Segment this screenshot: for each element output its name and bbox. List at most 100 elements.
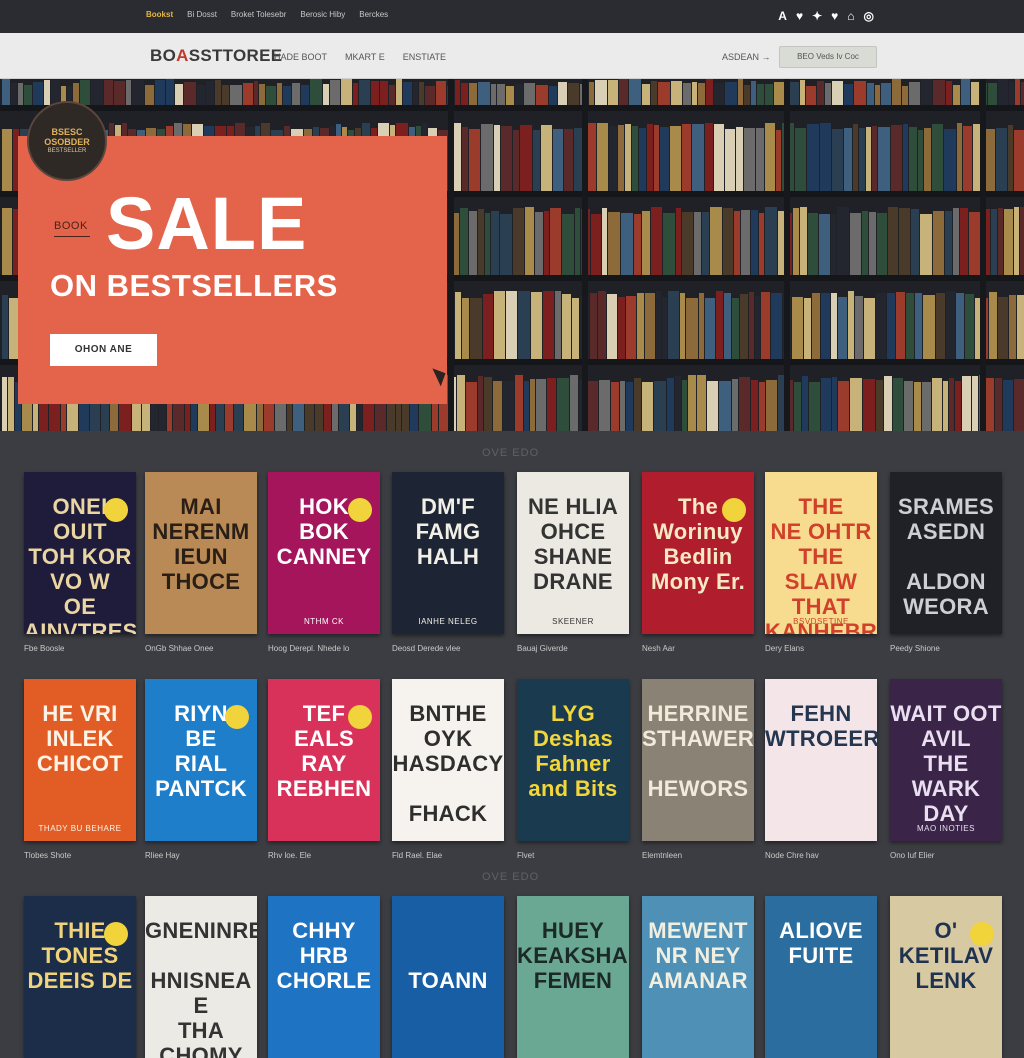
- book-cover[interactable]: The Worinuy Bedlin Mony Er.: [642, 472, 754, 634]
- book-author: IANHE NELEG: [418, 617, 478, 626]
- instagram-icon[interactable]: ⌂: [847, 9, 854, 23]
- book-cover[interactable]: ALIOVE FUITE: [765, 896, 877, 1058]
- signin-link[interactable]: ASDEAN →: [722, 52, 771, 62]
- book-caption[interactable]: Fld Rael. Elae: [392, 851, 442, 860]
- book-caption[interactable]: Elemtnleen: [642, 851, 682, 860]
- book-cover[interactable]: THE NE OHTR THE SLAIW THAT KANHEBR BSVDSE…: [765, 472, 877, 634]
- book-caption[interactable]: OnGb Shhae Onee: [145, 644, 214, 653]
- logo-suffix: SSTTOREE: [188, 46, 283, 65]
- award-sticker-icon: [225, 705, 249, 729]
- book-cover[interactable]: O' KETILAV LENK: [890, 896, 1002, 1058]
- book-caption[interactable]: Bauaj Giverde: [517, 644, 568, 653]
- facebook-icon[interactable]: A: [778, 9, 787, 23]
- store-logo[interactable]: BOASSTTOREE: [150, 46, 282, 66]
- logo-highlight: A: [176, 46, 189, 65]
- badge-line-2: OSOBDER: [44, 136, 90, 147]
- utility-links: Bookst Bi Dosst Broket Tolesebr Berosic Hib…: [146, 10, 388, 19]
- book-title: MAI NERENM IEUN THOCE: [152, 494, 250, 594]
- book-cover[interactable]: MAI NERENM IEUN THOCE: [145, 472, 257, 634]
- book-caption[interactable]: Tlobes Shote: [24, 851, 71, 860]
- book-cover[interactable]: LYG Deshas Fahner and Bits: [517, 679, 629, 841]
- book-cover[interactable]: RIYN BE RIAL PANTCK: [145, 679, 257, 841]
- book-cover[interactable]: BNTHE OYK HASDACY FHACK: [392, 679, 504, 841]
- book-caption[interactable]: Node Chre hav: [765, 851, 819, 860]
- hero-banner: BOOK SALE ON BESTSELLERS OHON ANE BSESC …: [0, 79, 1024, 431]
- pinterest-icon[interactable]: ◎: [864, 9, 874, 23]
- award-sticker-icon: [104, 498, 128, 522]
- utility-link[interactable]: Berosic Hiby: [300, 10, 345, 19]
- book-caption[interactable]: Deosd Derede vlee: [392, 644, 460, 653]
- book-caption[interactable]: Ono Iuf Elier: [890, 851, 934, 860]
- book-cover[interactable]: TOANN: [392, 896, 504, 1058]
- twitter-icon[interactable]: ♥: [796, 9, 803, 23]
- book-title: TOANN: [408, 968, 488, 993]
- book-cover[interactable]: THIE TONES DEEIS DE: [24, 896, 136, 1058]
- book-caption[interactable]: Nesh Aar: [642, 644, 675, 653]
- sale-subtitle: ON BESTSELLERS: [50, 268, 338, 303]
- social-links: A ♥ ✦ ♥ ⌂ ◎: [778, 9, 874, 23]
- nav-link[interactable]: HADE BOOT: [274, 52, 327, 62]
- book-cover[interactable]: NE HLIA OHCE SHANE DRANE SKEENER: [517, 472, 629, 634]
- book-cover[interactable]: CHHY HRB CHORLE: [268, 896, 380, 1058]
- section-label: OVE EDO: [482, 447, 540, 459]
- sale-kicker: BOOK: [54, 220, 90, 237]
- book-cover[interactable]: SRAMES ASEDN ALDON WEORA: [890, 472, 1002, 634]
- book-cover[interactable]: HUEY KEAKSHAER FEMEN: [517, 896, 629, 1058]
- book-cover[interactable]: HOK BOK CANNEY NTHM CK: [268, 472, 380, 634]
- book-caption[interactable]: Hoog Derepl. Nhede lo: [268, 644, 349, 653]
- book-title: CHHY HRB CHORLE: [276, 918, 372, 993]
- book-caption[interactable]: Rliee Hay: [145, 851, 180, 860]
- award-sticker-icon: [348, 498, 372, 522]
- book-title: HE VRI INLEK CHICOT: [36, 701, 124, 776]
- arrow-icon: [414, 363, 446, 387]
- book-title: FEHN WTROEER: [765, 701, 877, 751]
- book-cover[interactable]: FEHN WTROEER: [765, 679, 877, 841]
- utility-bar: Bookst Bi Dosst Broket Tolesebr Berosic Hib…: [0, 0, 1024, 33]
- book-title: THE NE OHTR THE SLAIW THAT KANHEBR: [765, 494, 877, 634]
- book-cover[interactable]: HE VRI INLEK CHICOT THADY BU BEHARE: [24, 679, 136, 841]
- book-title: ALIOVE FUITE: [779, 918, 863, 968]
- sale-title: SALE: [106, 182, 308, 265]
- pinterest-icon[interactable]: ✦: [812, 9, 822, 23]
- book-title: WAIT OOT AVIL THE WARK DAY: [890, 701, 1002, 826]
- book-title: HUEY KEAKSHAER FEMEN: [517, 918, 629, 993]
- bestseller-badge: BSESC OSOBDER BESTSELLER: [27, 101, 107, 181]
- book-title: LYG Deshas Fahner and Bits: [528, 701, 618, 801]
- book-caption[interactable]: Peedy Shione: [890, 644, 940, 653]
- badge-small: BESTSELLER: [47, 147, 87, 154]
- book-title: MEWENT NR NEY AMANAR: [648, 918, 748, 993]
- book-caption[interactable]: Flvet: [517, 851, 534, 860]
- book-author: THADY BU BEHARE: [38, 824, 122, 833]
- main-nav: BOASSTTOREE HADE BOOT MKART E ENSTIATE ASD…: [0, 33, 1024, 79]
- twitter-icon[interactable]: ♥: [831, 9, 838, 23]
- nav-links: HADE BOOT MKART E ENSTIATE: [274, 52, 446, 62]
- book-cover[interactable]: HERRINE STHAWER HEWORS: [642, 679, 754, 841]
- book-cover[interactable]: WAIT OOT AVIL THE WARK DAY MAO INOTIES: [890, 679, 1002, 841]
- book-caption[interactable]: Fbe Boosle: [24, 644, 64, 653]
- award-sticker-icon: [104, 922, 128, 946]
- utility-link[interactable]: Bi Dosst: [187, 10, 217, 19]
- logo-prefix: BO: [150, 46, 177, 65]
- book-cover[interactable]: MEWENT NR NEY AMANAR: [642, 896, 754, 1058]
- book-caption[interactable]: Rhv loe. Ele: [268, 851, 311, 860]
- book-cover[interactable]: ONEI OUIT TOH KOR VO W OE AINVTRES: [24, 472, 136, 634]
- book-author: NTHM CK: [304, 617, 344, 626]
- utility-link[interactable]: Bookst: [146, 10, 173, 19]
- book-caption[interactable]: Dery Elans: [765, 644, 804, 653]
- book-author: SKEENER: [552, 617, 594, 626]
- award-sticker-icon: [348, 705, 372, 729]
- nav-cta-button[interactable]: BEO Veds Iv Coc: [779, 46, 877, 68]
- book-cover[interactable]: DM'F FAMG HALH IANHE NELEG: [392, 472, 504, 634]
- shop-now-button[interactable]: OHON ANE: [50, 334, 157, 366]
- utility-link[interactable]: Broket Tolesebr: [231, 10, 286, 19]
- book-cover[interactable]: GNENINREY HNISNEA E THA CHOMY: [145, 896, 257, 1058]
- book-title: DM'F FAMG HALH: [415, 494, 481, 569]
- book-title: GNENINREY HNISNEA E THA CHOMY: [145, 918, 257, 1058]
- book-title: BNTHE OYK HASDACY FHACK: [392, 701, 504, 826]
- book-cover[interactable]: TEF EALS RAY REBHEN: [268, 679, 380, 841]
- utility-link[interactable]: Berckes: [359, 10, 388, 19]
- award-sticker-icon: [722, 498, 746, 522]
- award-sticker-icon: [970, 922, 994, 946]
- nav-link[interactable]: ENSTIATE: [403, 52, 446, 62]
- nav-link[interactable]: MKART E: [345, 52, 385, 62]
